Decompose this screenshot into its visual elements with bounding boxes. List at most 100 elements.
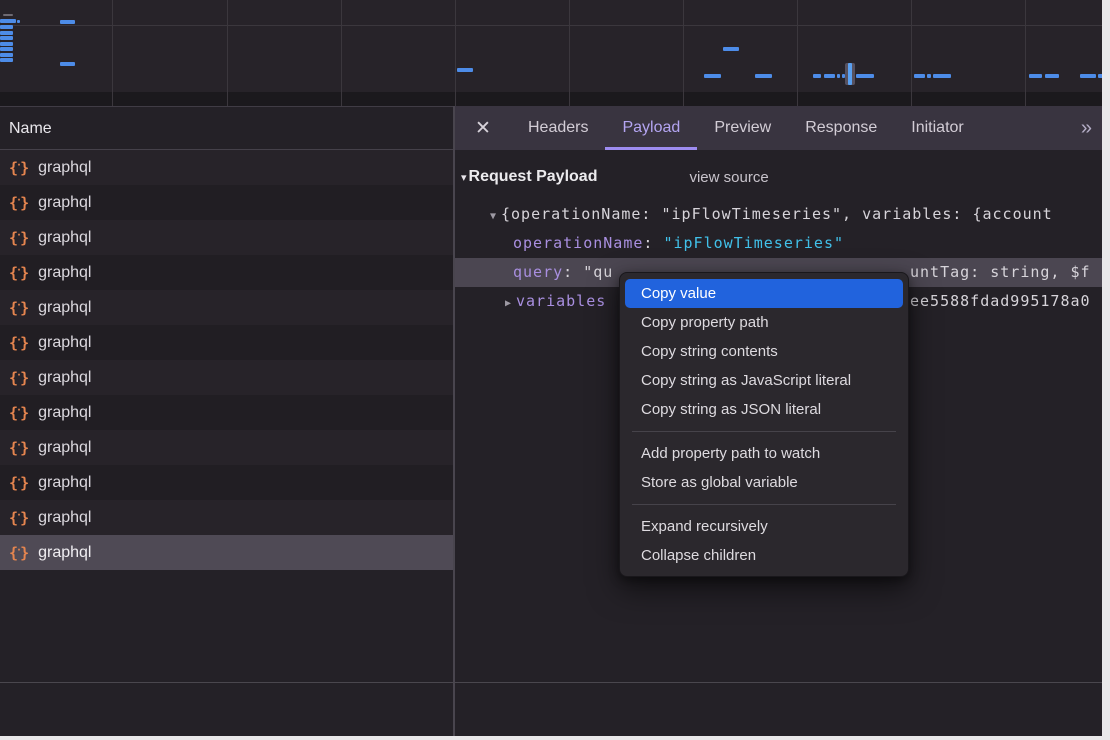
request-name: graphql <box>38 544 91 562</box>
overview-gridline <box>227 0 228 106</box>
menu-item[interactable]: Copy string contents <box>625 337 903 366</box>
detail-tab[interactable]: Payload <box>605 106 697 150</box>
overview-gridline <box>1025 0 1026 106</box>
network-overview-bar <box>914 74 925 78</box>
request-name: graphql <box>38 159 91 177</box>
json-braces-icon: {·} <box>9 159 28 177</box>
request-name: graphql <box>38 194 91 212</box>
request-list-item[interactable]: {·} graphql <box>0 535 453 570</box>
network-overview-bar <box>0 47 13 51</box>
json-braces-icon: {·} <box>9 334 28 352</box>
network-overview-bar <box>1029 74 1042 78</box>
request-list-item[interactable]: {·} graphql <box>0 150 453 185</box>
menu-item[interactable]: Copy property path <box>625 308 903 337</box>
menu-separator <box>632 504 896 505</box>
network-overview-bar <box>813 74 821 78</box>
section-disclosure-icon[interactable]: ▾ <box>461 171 467 184</box>
detail-tab[interactable]: Preview <box>697 106 788 150</box>
network-overview-bar <box>3 14 13 16</box>
payload-row-operation-name[interactable]: operationName: "ipFlowTimeseries" <box>455 229 1102 258</box>
context-menu: Copy valueCopy property pathCopy string … <box>619 272 909 577</box>
network-overview-bar <box>933 74 951 78</box>
json-braces-icon: {·} <box>9 404 28 422</box>
selected-request-marker <box>845 63 855 85</box>
query-value-fragment: untTag: string, $f <box>910 258 1091 287</box>
overview-gridline <box>455 0 456 106</box>
json-braces-icon: {·} <box>9 509 28 527</box>
expanded-triangle-icon[interactable]: ▼ <box>485 202 501 229</box>
more-tabs-icon: » <box>1081 117 1090 140</box>
request-name: graphql <box>38 229 91 247</box>
view-source-link[interactable]: view source <box>689 169 768 186</box>
request-list-item[interactable]: {·} graphql <box>0 360 453 395</box>
request-name: graphql <box>38 264 91 282</box>
request-name: graphql <box>38 439 91 457</box>
json-braces-icon: {·} <box>9 544 28 562</box>
network-overview-bar <box>17 20 20 23</box>
network-overview-bar <box>1045 74 1059 78</box>
request-name: graphql <box>38 334 91 352</box>
variables-value-fragment: ee5588fdad995178a0 <box>910 287 1091 316</box>
payload-root-row[interactable]: ▼{operationName: "ipFlowTimeseries", var… <box>455 200 1102 229</box>
network-overview-bar <box>0 42 13 46</box>
request-list-item[interactable]: {·} graphql <box>0 290 453 325</box>
network-overview-bar <box>856 74 874 78</box>
overview-gridline <box>0 25 1102 26</box>
network-overview-bar <box>457 68 473 72</box>
overview-gridline <box>797 0 798 106</box>
detail-tab[interactable]: Headers <box>511 106 605 150</box>
name-column-header[interactable]: Name <box>0 106 453 150</box>
request-list-item[interactable]: {·} graphql <box>0 430 453 465</box>
network-overview-bar <box>0 58 13 62</box>
overview-timeline[interactable] <box>0 0 1102 106</box>
json-braces-icon: {·} <box>9 194 28 212</box>
menu-item[interactable]: Store as global variable <box>625 468 903 497</box>
request-list-item[interactable]: {·} graphql <box>0 465 453 500</box>
network-overview-bar <box>704 74 721 78</box>
request-list-item[interactable]: {·} graphql <box>0 220 453 255</box>
menu-item[interactable]: Copy string as JavaScript literal <box>625 366 903 395</box>
network-overview-bar <box>0 31 13 35</box>
menu-separator <box>632 431 896 432</box>
request-list-item[interactable]: {·} graphql <box>0 255 453 290</box>
request-list-item[interactable]: {·} graphql <box>0 500 453 535</box>
menu-item[interactable]: Copy string as JSON literal <box>625 395 903 424</box>
menu-item[interactable]: Add property path to watch <box>625 439 903 468</box>
menu-item[interactable]: Collapse children <box>625 541 903 570</box>
overview-gridline <box>112 0 113 106</box>
overview-gridline <box>683 0 684 106</box>
overview-gridline <box>569 0 570 106</box>
menu-item[interactable]: Copy value <box>625 279 903 308</box>
request-list: {·} graphql {·} graphql {·} graphql {·} … <box>0 150 453 570</box>
more-tabs-button[interactable]: » <box>1069 106 1102 150</box>
request-list-item[interactable]: {·} graphql <box>0 325 453 360</box>
request-list-item[interactable]: {·} graphql <box>0 395 453 430</box>
network-overview-bar <box>0 25 13 29</box>
devtools-window: Name {·} graphql {·} graphql {·} graphql… <box>0 0 1110 740</box>
json-braces-icon: {·} <box>9 369 28 387</box>
network-panel: Name {·} graphql {·} graphql {·} graphql… <box>0 0 1102 736</box>
menu-item[interactable]: Expand recursively <box>625 512 903 541</box>
request-list-item[interactable]: {·} graphql <box>0 185 453 220</box>
summary-bar-divider <box>0 682 1102 683</box>
detail-tab[interactable]: Response <box>788 106 894 150</box>
details-tab-bar: ✕ HeadersPayloadPreviewResponseInitiator… <box>455 106 1102 150</box>
payload-summary-text: {operationName: "ipFlowTimeseries", vari… <box>501 205 1053 223</box>
json-braces-icon: {·} <box>9 439 28 457</box>
network-overview-bar <box>755 74 772 78</box>
network-overview-bar <box>824 74 835 78</box>
close-icon: ✕ <box>475 117 491 140</box>
json-braces-icon: {·} <box>9 299 28 317</box>
request-name: graphql <box>38 509 91 527</box>
request-name: graphql <box>38 474 91 492</box>
collapsed-triangle-icon[interactable]: ▶ <box>500 289 516 316</box>
request-list-pane: Name {·} graphql {·} graphql {·} graphql… <box>0 106 453 736</box>
close-button[interactable]: ✕ <box>467 106 499 150</box>
detail-tab[interactable]: Initiator <box>894 106 980 150</box>
network-overview-bar <box>0 19 16 23</box>
request-payload-section-header[interactable]: ▾ Request Payload view source <box>455 162 1102 192</box>
network-overview-bar <box>60 62 75 66</box>
network-overview-bar <box>837 74 840 78</box>
network-overview-bar <box>1080 74 1096 78</box>
network-overview-bar <box>0 36 13 40</box>
